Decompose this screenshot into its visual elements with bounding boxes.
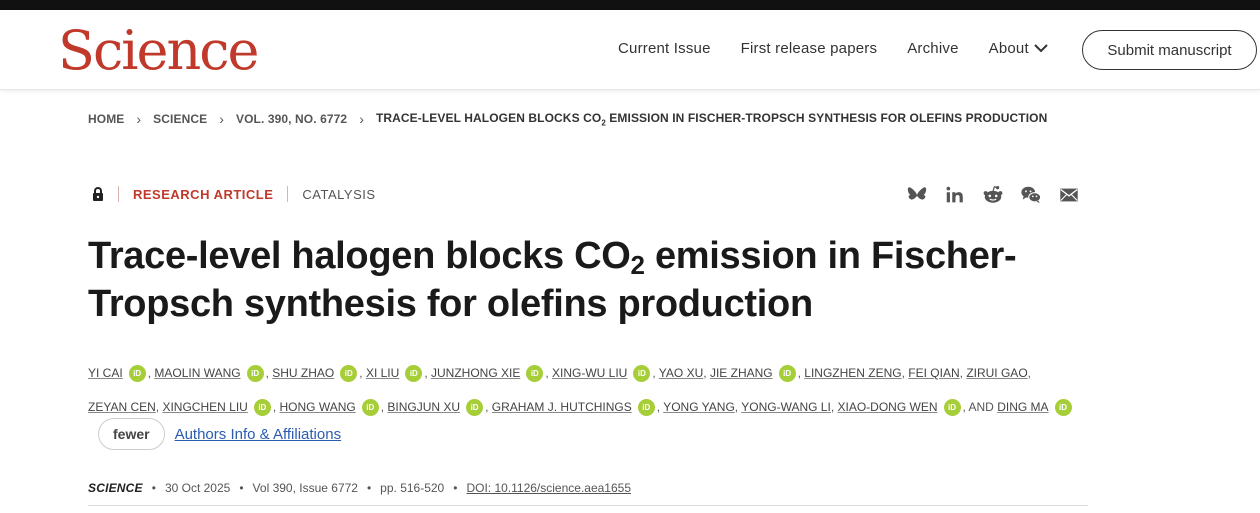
meta-divider [118, 186, 119, 202]
separator-dot: • [239, 481, 244, 495]
author-link[interactable]: LINGZHEN ZENG [804, 366, 901, 380]
and-text: AND [968, 400, 994, 414]
share-bar [906, 184, 1080, 206]
journal-name[interactable]: SCIENCE [88, 481, 143, 495]
volume-issue[interactable]: Vol 390, Issue 6772 [253, 481, 358, 495]
submit-manuscript-button[interactable]: Submit manuscript [1082, 30, 1257, 70]
nav-current-issue[interactable]: Current Issue [618, 40, 711, 57]
orcid-icon[interactable]: iD [246, 365, 264, 383]
orcid-icon[interactable]: iD [466, 399, 484, 417]
publication-date: 30 Oct 2025 [164, 481, 231, 495]
orcid-icon[interactable]: iD [637, 399, 655, 417]
author-link[interactable]: BINGJUN XU [387, 400, 460, 414]
fewer-authors-button[interactable]: fewer [98, 418, 165, 450]
author-link[interactable]: XI LIU [366, 366, 399, 380]
author-link[interactable]: DING MA [997, 400, 1048, 414]
breadcrumb: HOME › SCIENCE › VOL. 390, NO. 6772 › TR… [88, 111, 1047, 127]
page-range: pp. 516-520 [380, 481, 445, 495]
author-link[interactable]: YONG-WANG LI [741, 400, 831, 414]
author-link[interactable]: ZIRUI GAO [966, 366, 1027, 380]
email-icon[interactable] [1058, 184, 1080, 206]
separator-dot: • [151, 481, 156, 495]
chevron-right-icon: › [136, 111, 142, 128]
chevron-down-icon [1034, 44, 1048, 53]
article-subject[interactable]: CATALYSIS [302, 187, 375, 202]
orcid-icon[interactable]: iD [1054, 399, 1072, 417]
orcid-icon[interactable]: iD [778, 365, 796, 383]
separator-dot: • [366, 481, 372, 495]
chevron-right-icon: › [359, 111, 364, 128]
author-link[interactable]: XINGCHEN LIU [162, 400, 247, 414]
author-link[interactable]: YONG YANG [663, 400, 735, 414]
author-link[interactable]: JIE ZHANG [710, 366, 773, 380]
orcid-icon[interactable]: iD [361, 399, 379, 417]
author-link[interactable]: GRAHAM J. HUTCHINGS [492, 400, 632, 414]
article-title: Trace-level halogen blocks CO2 emission … [88, 235, 1017, 325]
science-logo[interactable]: Science [58, 24, 259, 78]
bluesky-icon[interactable] [906, 184, 928, 206]
breadcrumb-journal[interactable]: SCIENCE [153, 112, 207, 126]
meta-divider [287, 186, 289, 202]
orcid-icon[interactable]: iD [128, 365, 146, 383]
article-meta: RESEARCH ARTICLE CATALYSIS [88, 186, 376, 202]
orcid-icon[interactable]: iD [340, 365, 358, 383]
orcid-icon[interactable]: iD [526, 365, 544, 383]
author-link[interactable]: XING-WU LIU [552, 366, 627, 380]
chevron-right-icon: › [219, 111, 224, 128]
author-list: YI CAI iD, MAOLIN WANG iD, SHU ZHAO iD, XI … [88, 356, 1088, 424]
site-header: Science Current Issue First release pape… [0, 10, 1260, 90]
author-link[interactable]: XIAO-DONG WEN [837, 400, 937, 414]
breadcrumb-issue[interactable]: VOL. 390, NO. 6772 [236, 112, 347, 126]
author-link[interactable]: FEI QIAN [908, 366, 959, 380]
nav-archive[interactable]: Archive [907, 40, 958, 57]
linkedin-icon[interactable] [944, 184, 966, 206]
author-link[interactable]: JUNZHONG XIE [431, 366, 520, 380]
main-nav: Current Issue First release papers Archi… [618, 40, 1048, 57]
orcid-icon[interactable]: iD [405, 365, 423, 383]
breadcrumb-current: TRACE-LEVEL HALOGEN BLOCKS CO2 EMISSION … [375, 111, 1048, 128]
nav-about-label: About [988, 40, 1029, 57]
article-type: RESEARCH ARTICLE [133, 186, 274, 202]
orcid-icon[interactable]: iD [253, 399, 271, 417]
reddit-icon[interactable] [982, 184, 1004, 206]
authors-info-affiliations-link[interactable]: Authors Info & Affiliations [175, 426, 342, 443]
separator-dot: • [453, 481, 458, 495]
author-link[interactable]: MAOLIN WANG [154, 366, 240, 380]
wechat-icon[interactable] [1020, 184, 1042, 206]
top-black-bar [0, 0, 1260, 10]
lock-icon [93, 187, 103, 201]
author-link[interactable]: YAO XU [659, 366, 703, 380]
orcid-icon[interactable]: iD [943, 399, 961, 417]
publication-info: SCIENCE • 30 Oct 2025 • Vol 390, Issue 6… [88, 481, 631, 495]
breadcrumb-home[interactable]: HOME [88, 112, 124, 126]
author-link[interactable]: ZEYAN CEN [88, 400, 156, 414]
orcid-icon[interactable]: iD [633, 365, 651, 383]
nav-about[interactable]: About [989, 40, 1048, 57]
author-link[interactable]: YI CAI [88, 366, 123, 380]
author-link[interactable]: SHU ZHAO [272, 366, 334, 380]
nav-first-release-papers[interactable]: First release papers [741, 40, 878, 57]
author-link[interactable]: HONG WANG [280, 400, 356, 414]
doi-link[interactable]: DOI: 10.1126/science.aea1655 [466, 481, 631, 495]
author-controls: fewer Authors Info & Affiliations [98, 418, 341, 450]
section-divider [88, 505, 1088, 506]
